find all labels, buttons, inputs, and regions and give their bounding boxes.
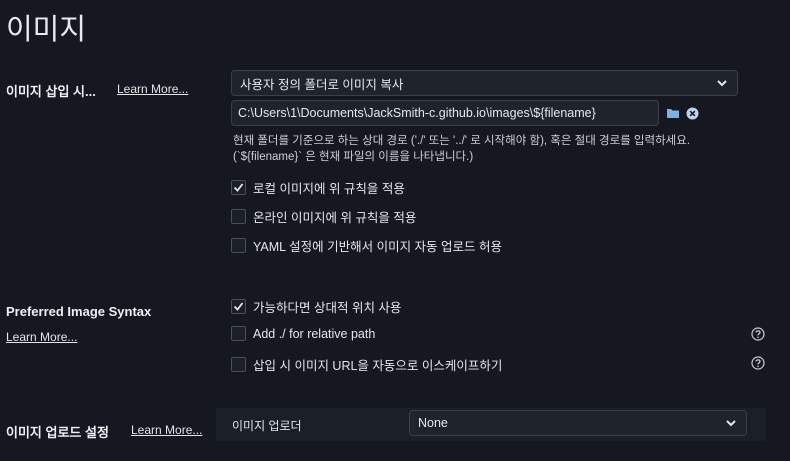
add-dot-slash-option[interactable]: Add ./ for relative path	[231, 326, 375, 341]
uploader-label: 이미지 업로더	[232, 419, 302, 433]
help-icon[interactable]	[751, 356, 765, 370]
folder-icon[interactable]	[666, 107, 680, 119]
apply-online-rule-option[interactable]: 온라인 이미지에 위 규칙을 적용	[231, 207, 416, 226]
apply-local-rule-option[interactable]: 로컬 이미지에 위 규칙을 적용	[231, 178, 405, 197]
image-path-input[interactable]: C:\Users\1\Documents\JackSmith-c.github.…	[231, 100, 659, 126]
syntax-learn-more-link[interactable]: Learn More...	[6, 330, 77, 344]
apply-online-rule-checkbox[interactable]	[231, 209, 246, 224]
insert-section-label: 이미지 삽입 시...	[6, 84, 96, 99]
escape-url-checkbox[interactable]	[231, 357, 246, 372]
apply-local-rule-checkbox[interactable]	[231, 180, 246, 195]
path-hint: 현재 폴더를 기준으로 하는 상대 경로 ('./' 또는 '../' 로 시작…	[233, 133, 783, 165]
upload-section-label: 이미지 업로드 설정	[6, 425, 109, 440]
insert-learn-more-link[interactable]: Learn More...	[117, 82, 188, 96]
yaml-auto-upload-checkbox[interactable]	[231, 238, 246, 253]
uploader-select[interactable]: None	[409, 410, 747, 436]
relative-position-option[interactable]: 가능하다면 상대적 위치 사용	[231, 297, 401, 316]
relative-position-label: 가능하다면 상대적 위치 사용	[253, 301, 402, 315]
path-hint-line-2: (`${filename}` 은 현재 파일의 이름을 나타냅니다.)	[233, 151, 474, 163]
checkmark-icon	[233, 183, 244, 192]
yaml-auto-upload-label: YAML 설정에 기반해서 이미지 자동 업로드 허용	[253, 240, 502, 254]
chevron-down-icon	[726, 420, 736, 427]
uploader-value: None	[418, 416, 448, 430]
apply-online-rule-label: 온라인 이미지에 위 규칙을 적용	[253, 211, 417, 225]
image-path-value: C:\Users\1\Documents\JackSmith-c.github.…	[238, 106, 596, 120]
clear-icon[interactable]	[686, 107, 699, 120]
escape-url-option[interactable]: 삽입 시 이미지 URL을 자동으로 이스케이프하기	[231, 355, 502, 374]
apply-local-rule-label: 로컬 이미지에 위 규칙을 적용	[253, 182, 405, 196]
chevron-down-icon	[717, 80, 727, 87]
page-title: 이미지	[6, 14, 87, 46]
insert-action-value: 사용자 정의 폴더로 이미지 복사	[240, 77, 404, 92]
relative-position-checkbox[interactable]	[231, 299, 246, 314]
path-hint-line-1: 현재 폴더를 기준으로 하는 상대 경로 ('./' 또는 '../' 로 시작…	[233, 135, 691, 147]
insert-action-select[interactable]: 사용자 정의 폴더로 이미지 복사	[231, 70, 738, 96]
help-icon[interactable]	[751, 327, 765, 341]
upload-learn-more-link[interactable]: Learn More...	[131, 423, 202, 437]
escape-url-label: 삽입 시 이미지 URL을 자동으로 이스케이프하기	[253, 359, 503, 373]
add-dot-slash-checkbox[interactable]	[231, 326, 246, 341]
checkmark-icon	[233, 302, 244, 311]
yaml-auto-upload-option[interactable]: YAML 설정에 기반해서 이미지 자동 업로드 허용	[231, 236, 502, 255]
syntax-section-label: Preferred Image Syntax	[6, 304, 152, 319]
add-dot-slash-label: Add ./ for relative path	[253, 326, 376, 341]
